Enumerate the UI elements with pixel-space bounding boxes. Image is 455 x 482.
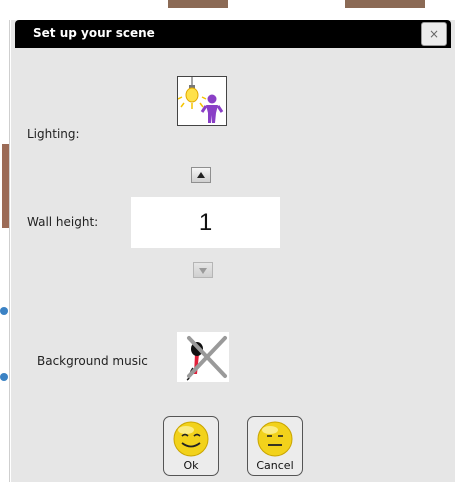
cancel-button[interactable]: Cancel	[247, 416, 303, 476]
close-button[interactable]: ×	[421, 22, 447, 46]
lightbulb-person-icon	[177, 77, 224, 123]
lighting-label: Lighting:	[27, 127, 80, 141]
microphone-muted-icon	[186, 336, 227, 381]
background-page-top	[0, 0, 455, 20]
wall-height-increment-button[interactable]	[191, 167, 211, 183]
ok-label: Ok	[183, 459, 199, 472]
smiley-happy-icon	[173, 421, 209, 457]
background-page-left	[0, 20, 11, 482]
dialog-titlebar: Set up your scene ×	[15, 20, 451, 48]
scene-setup-dialog: Set up your scene × Lighting: Wall heigh…	[11, 20, 455, 482]
ok-button[interactable]: Ok	[163, 416, 219, 476]
wall-height-label: Wall height:	[27, 215, 99, 229]
background-music-label: Background music	[37, 354, 148, 368]
dialog-title: Set up your scene	[33, 26, 155, 40]
lighting-button[interactable]	[177, 76, 227, 126]
wall-height-decrement-button[interactable]	[193, 262, 213, 278]
background-music-button[interactable]	[177, 332, 229, 382]
background-divider	[9, 20, 10, 482]
wall-height-value-field[interactable]: 1	[131, 197, 280, 248]
background-marker	[0, 373, 8, 381]
background-decoration	[2, 144, 9, 228]
background-marker	[0, 307, 8, 315]
background-decoration	[168, 0, 228, 8]
cancel-label: Cancel	[256, 459, 294, 472]
background-decoration	[345, 0, 425, 8]
smiley-neutral-icon	[257, 421, 293, 457]
